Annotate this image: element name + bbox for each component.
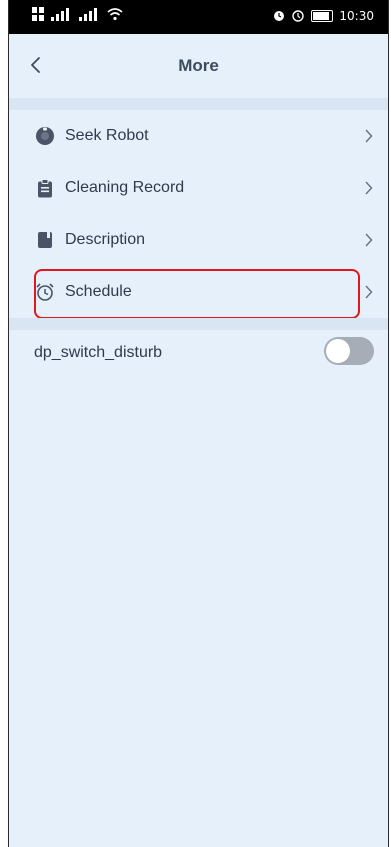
chevron-right-icon bbox=[362, 178, 374, 198]
menu-item-label: Seek Robot bbox=[65, 127, 149, 144]
disturb-toggle[interactable] bbox=[324, 337, 374, 365]
chevron-right-icon bbox=[362, 126, 374, 146]
status-time: 10:30 bbox=[339, 9, 374, 23]
chevron-right-icon bbox=[362, 230, 374, 250]
menu-item-schedule[interactable]: Schedule bbox=[9, 266, 388, 318]
menu-item-cleaning-record[interactable]: Cleaning Record bbox=[9, 162, 388, 214]
disturb-switch-row: dp_switch_disturb bbox=[9, 330, 388, 378]
switch-label: dp_switch_disturb bbox=[34, 344, 163, 361]
chevron-right-icon bbox=[362, 282, 374, 302]
status-bar: 10:30 bbox=[9, 0, 388, 34]
section-divider bbox=[9, 318, 388, 330]
status-bar-right: 10:30 bbox=[273, 9, 374, 23]
alarm-status-icon bbox=[274, 11, 285, 21]
menu-item-seek-robot[interactable]: Seek Robot bbox=[9, 110, 388, 162]
menu-item-label: Description bbox=[65, 231, 146, 248]
toggle-knob bbox=[326, 339, 350, 363]
book-icon bbox=[35, 230, 55, 250]
robot-icon bbox=[35, 126, 55, 146]
signal-icon bbox=[51, 8, 69, 21]
alarm-clock-icon bbox=[35, 282, 55, 302]
sim-icon bbox=[32, 7, 44, 21]
menu-item-label: Cleaning Record bbox=[65, 179, 185, 196]
menu-item-description[interactable]: Description bbox=[9, 214, 388, 266]
wifi-icon bbox=[107, 8, 123, 21]
menu-item-label: Schedule bbox=[65, 283, 132, 300]
clipboard-icon bbox=[35, 178, 55, 198]
page-title: More bbox=[178, 56, 219, 75]
signal-2-icon bbox=[79, 8, 97, 21]
menu-list: Seek Robot Cleaning Record Description S… bbox=[9, 110, 388, 318]
phone-screen: 10:30 More Seek Robot Cleaning Record De… bbox=[8, 0, 389, 847]
clock-status-icon bbox=[292, 10, 305, 22]
battery-icon bbox=[311, 10, 334, 22]
header: More bbox=[9, 34, 388, 98]
status-bar-left bbox=[31, 6, 123, 22]
header-divider bbox=[9, 98, 388, 110]
